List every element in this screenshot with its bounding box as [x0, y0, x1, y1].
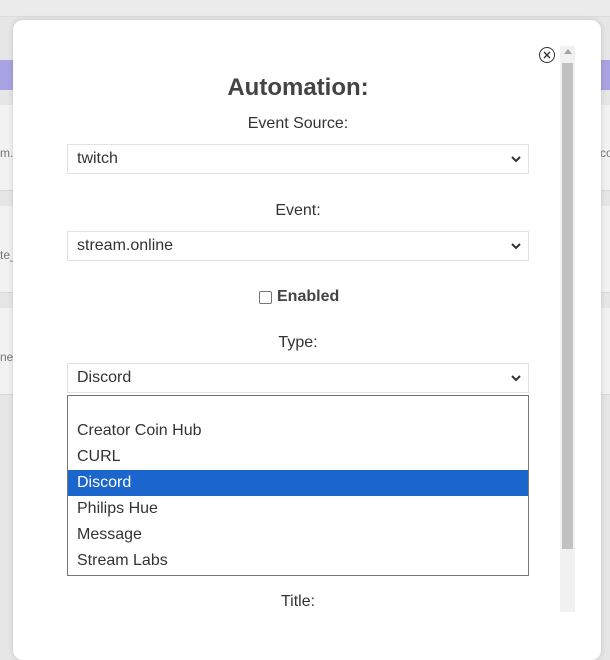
scroll-up-arrow-icon[interactable] — [564, 49, 572, 54]
close-button[interactable] — [539, 47, 555, 63]
scroll-thumb[interactable] — [562, 63, 573, 549]
dropdown-option[interactable]: Creator Coin Hub — [68, 418, 528, 444]
event-source-select[interactable]: twitch — [67, 144, 529, 174]
event-value: stream.online — [77, 237, 174, 254]
dropdown-option-selected[interactable]: Discord — [68, 470, 528, 496]
chevron-down-icon — [511, 156, 521, 163]
type-value: Discord — [77, 369, 132, 386]
title-field-label: Title: — [280, 593, 316, 610]
dropdown-option[interactable]: Stream Labs — [68, 548, 528, 574]
close-icon — [543, 51, 551, 59]
modal-scrollbar[interactable] — [560, 46, 575, 612]
background-text: co — [600, 146, 610, 160]
event-source-value: twitch — [77, 150, 118, 167]
enabled-checkbox[interactable] — [259, 290, 272, 304]
dropdown-option[interactable]: CURL — [68, 444, 528, 470]
event-source-label: Event Source: — [247, 115, 349, 132]
dropdown-option[interactable] — [68, 396, 528, 418]
chevron-down-icon — [511, 375, 521, 382]
event-select[interactable]: stream.online — [67, 231, 529, 261]
event-label: Event: — [275, 202, 321, 219]
chevron-down-icon — [511, 243, 521, 250]
type-select[interactable]: Discord — [67, 363, 529, 393]
type-dropdown-list: Creator Coin Hub CURL Discord Philips Hu… — [67, 395, 529, 576]
background-header — [0, 0, 610, 17]
dropdown-option[interactable]: Philips Hue — [68, 496, 528, 522]
type-label: Type: — [278, 334, 318, 351]
enabled-toggle[interactable]: Enabled — [259, 288, 339, 306]
background-accent-bar-right — [601, 60, 610, 90]
modal-title: Automation: — [227, 74, 369, 101]
dropdown-option[interactable]: Message — [68, 522, 528, 548]
enabled-label: Enabled — [277, 288, 340, 305]
